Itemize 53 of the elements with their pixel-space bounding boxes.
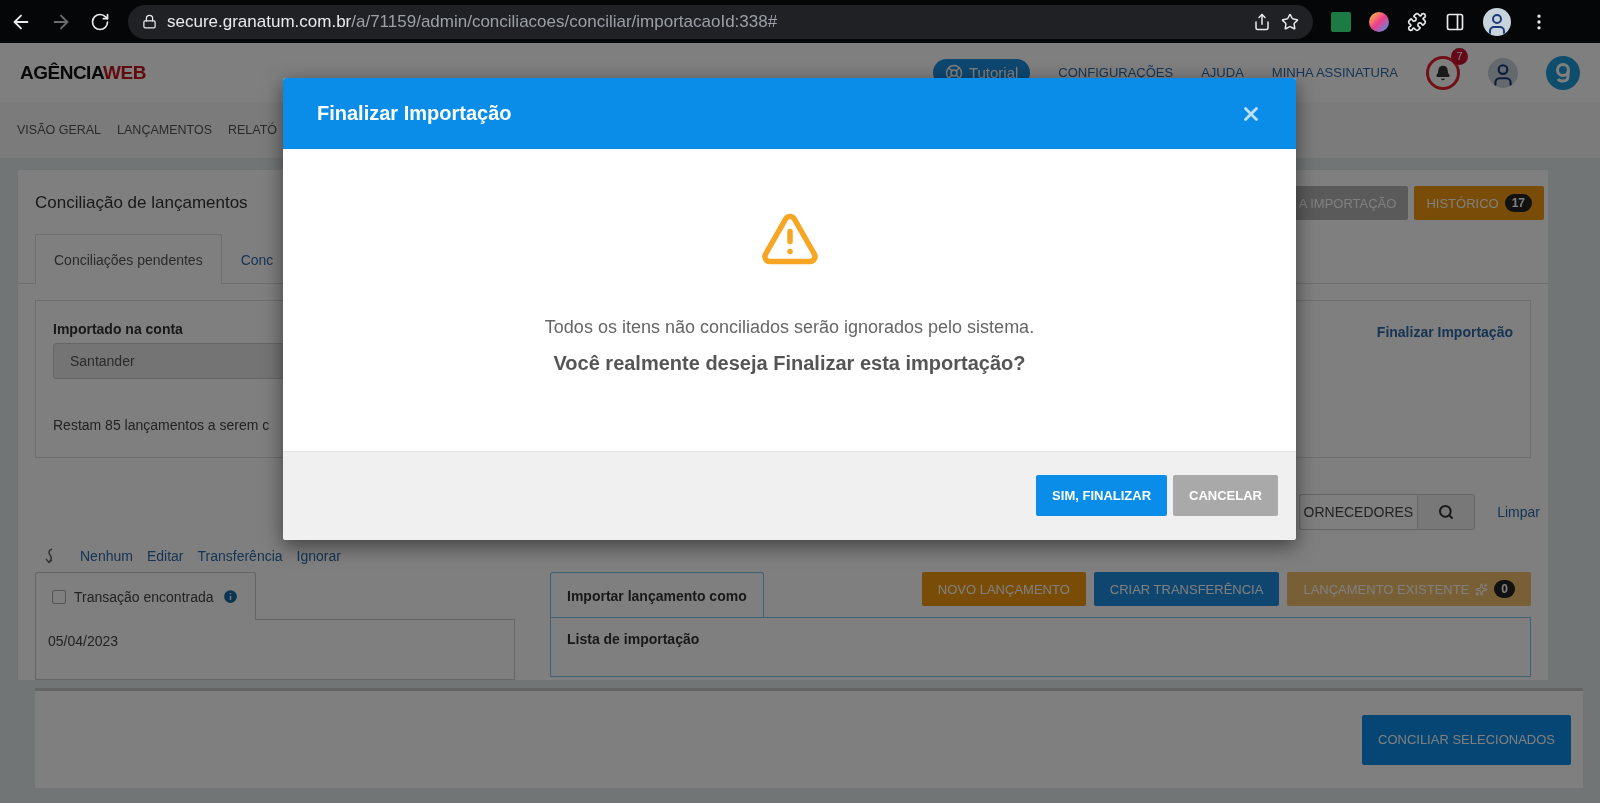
logo[interactable]: AGÊNCIAWEB — [20, 61, 146, 84]
nav-item[interactable]: VISÃO GERAL — [17, 123, 102, 137]
avatar-icon[interactable] — [1483, 7, 1511, 36]
tab[interactable]: Conc — [221, 234, 293, 285]
search-button[interactable] — [1417, 494, 1476, 530]
count-badge: 17 — [1504, 194, 1532, 213]
star-icon[interactable] — [1281, 12, 1299, 31]
transaction-date: 05/04/2023 — [48, 633, 119, 649]
tab[interactable]: Conciliações pendentes — [35, 234, 222, 285]
page-title: Conciliação de lançamentos — [35, 193, 248, 214]
sparkle-icon — [1475, 582, 1489, 596]
extension-icon[interactable] — [1369, 11, 1389, 32]
nav-item[interactable]: LANÇAMENTOS — [117, 123, 212, 137]
header-link[interactable]: AJUDA — [1201, 65, 1244, 80]
url-text: secure.granatum.com.br/a/71159/admin/conciliacoes/conciliar/importacaoId:338# — [167, 11, 779, 32]
dialog-button[interactable]: CANCELAR — [1173, 475, 1278, 516]
bulk-action-link[interactable]: Nenhum — [80, 548, 133, 564]
finalize-link[interactable]: Finalizar Importação — [1376, 324, 1513, 341]
reload-icon[interactable] — [90, 11, 110, 32]
action-button[interactable]: HISTÓRICO 17 — [1414, 186, 1544, 221]
address-bar[interactable]: secure.granatum.com.br/a/71159/admin/conciliacoes/conciliar/importacaoId:338# — [128, 4, 1313, 39]
lock-icon — [142, 14, 157, 29]
side-panel-icon[interactable] — [1445, 11, 1465, 32]
checkbox[interactable] — [52, 589, 66, 604]
remaining-text: Restam 85 lançamentos a serem c — [53, 417, 271, 434]
action-button[interactable]: CRIAR TRANSFERÊNCIA — [1093, 572, 1280, 606]
action-button[interactable]: NOVO LANÇAMENTO — [921, 572, 1086, 606]
notification-badge: 7 — [1451, 47, 1468, 65]
field-label: Importado na conta — [53, 321, 184, 338]
clear-link[interactable]: Limpar — [1497, 504, 1540, 520]
bulk-action-link[interactable]: Ignorar — [296, 548, 341, 564]
transaction-tab[interactable]: Transação encontrada — [35, 572, 256, 620]
puzzle-icon[interactable] — [1407, 11, 1427, 32]
dialog-button[interactable]: SIM, FINALIZAR — [1036, 475, 1168, 516]
info-icon[interactable] — [221, 588, 239, 605]
share-icon[interactable] — [1253, 12, 1271, 31]
tab-label: Transação encontrada — [74, 588, 214, 605]
dialog-message: Todos os itens não conciliados serão ignorados pelo sistema. — [544, 317, 1035, 338]
dialog-question: Você realmente deseja Finalizar esta importação? — [553, 352, 1026, 375]
action-button[interactable]: LANÇAMENTO EXISTENTE 0 — [1287, 572, 1531, 606]
bulk-action-link[interactable]: Editar — [146, 548, 184, 564]
search-icon — [1438, 504, 1455, 520]
dialog-title: Finalizar Importação — [317, 102, 512, 125]
header-link[interactable]: CONFIGURAÇÕES — [1058, 65, 1174, 80]
list-label: Lista de importação — [567, 631, 700, 647]
bell-icon — [1435, 64, 1451, 81]
extension-icon[interactable] — [1331, 11, 1351, 32]
header-link[interactable]: MINHA ASSINATURA — [1271, 65, 1398, 80]
nav-item[interactable]: RELATÓ — [228, 123, 278, 137]
count-badge: 0 — [1494, 580, 1515, 598]
bulk-action-link[interactable]: Transferência — [197, 548, 283, 564]
reconcile-button[interactable]: CONCILIAR SELECIONADOS — [1362, 714, 1571, 765]
import-tab[interactable]: Importar lançamento como — [550, 572, 764, 618]
